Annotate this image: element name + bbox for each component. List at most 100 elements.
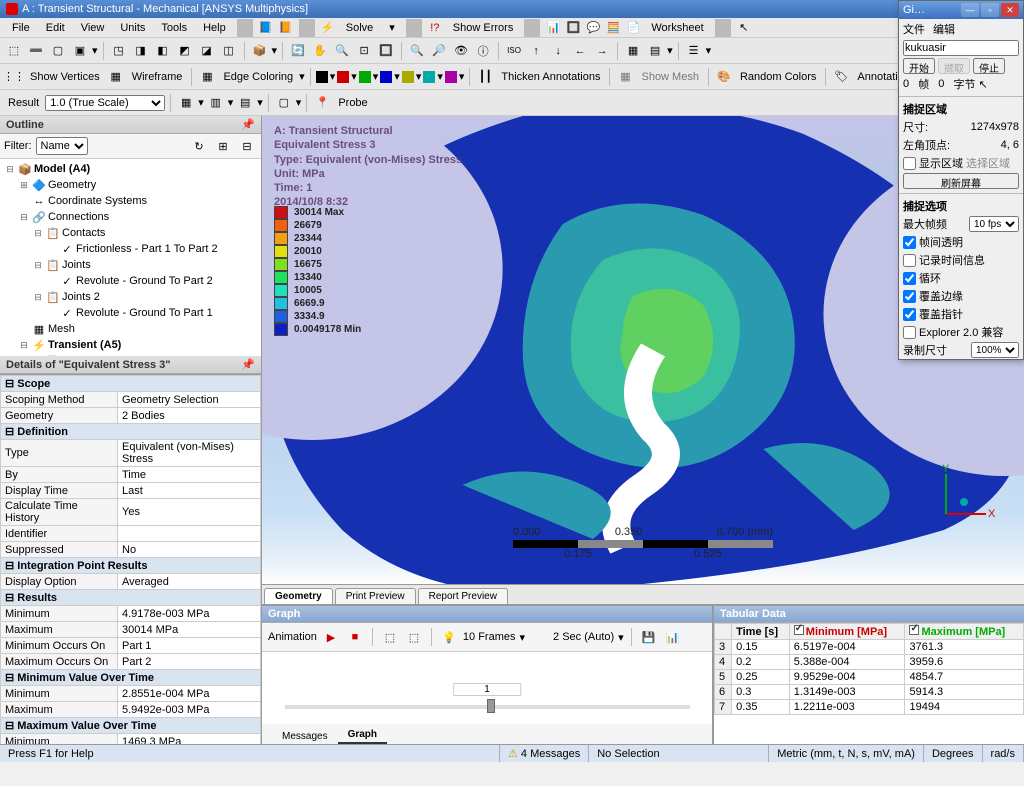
- tab-print-preview[interactable]: Print Preview: [335, 588, 416, 604]
- dlg-menu-file[interactable]: 文件: [903, 21, 925, 37]
- contour-icon[interactable]: ▥: [206, 93, 226, 113]
- toolbar-icon[interactable]: 📘: [256, 18, 276, 38]
- anim-icon[interactable]: ⬚: [404, 627, 424, 647]
- details-row[interactable]: Minimum2.8551e-004 MPa: [1, 686, 261, 702]
- edge-coloring-icon[interactable]: ▦: [197, 67, 217, 87]
- details-row[interactable]: SuppressedNo: [1, 542, 261, 558]
- tree-item[interactable]: ✓Revolute - Ground To Part 1: [2, 305, 259, 321]
- show-mesh-button[interactable]: Show Mesh: [637, 71, 702, 83]
- menu-view[interactable]: View: [73, 20, 113, 36]
- tree-item[interactable]: ⊟📋Joints 2: [2, 289, 259, 305]
- export-icon[interactable]: 💾: [639, 627, 659, 647]
- export-icon[interactable]: 📊: [663, 627, 683, 647]
- select-mode-icon[interactable]: ◩: [175, 41, 195, 61]
- opt-cursor-checkbox[interactable]: [903, 308, 916, 321]
- outline-tree[interactable]: ⊟📦Model (A4)⊞🔷Geometry↔Coordinate System…: [0, 159, 261, 356]
- tab-report-preview[interactable]: Report Preview: [418, 588, 508, 604]
- show-area-checkbox[interactable]: [903, 157, 916, 170]
- details-row[interactable]: Maximum Occurs OnPart 2: [1, 654, 261, 670]
- display-icon[interactable]: ▦: [623, 41, 643, 61]
- view-dir-icon[interactable]: ↑: [526, 41, 546, 61]
- worksheet-button[interactable]: Worksheet: [643, 20, 711, 36]
- details-row[interactable]: Scoping MethodGeometry Selection: [1, 392, 261, 408]
- details-row[interactable]: Maximum30014 MPa: [1, 622, 261, 638]
- grab-button[interactable]: 撷取: [938, 58, 970, 74]
- tab-graph[interactable]: Graph: [338, 727, 387, 744]
- zoom-fit-icon[interactable]: ⊡: [354, 41, 374, 61]
- menu-edit[interactable]: Edit: [38, 20, 73, 36]
- select-mode-icon[interactable]: ◨: [131, 41, 151, 61]
- opt-time-checkbox[interactable]: [903, 254, 916, 267]
- edge-coloring-button[interactable]: Edge Coloring: [219, 71, 297, 83]
- tree-item[interactable]: ⊞🔷Geometry: [2, 177, 259, 193]
- table-row[interactable]: 30.156.5197e-0043761.3: [715, 640, 1024, 655]
- pin-icon[interactable]: 📌: [241, 118, 255, 131]
- select-mode-icon[interactable]: ◧: [153, 41, 173, 61]
- toolbar-icon[interactable]: 📊: [543, 18, 563, 38]
- toolbar-icon[interactable]: 💬: [583, 18, 603, 38]
- details-row[interactable]: TypeEquivalent (von-Mises) Stress: [1, 440, 261, 467]
- view-dir-icon[interactable]: ↓: [548, 41, 568, 61]
- view-icon[interactable]: ⓘ: [473, 41, 493, 61]
- opt-explorer-checkbox[interactable]: [903, 326, 916, 339]
- show-vertices-button[interactable]: Show Vertices: [26, 71, 104, 83]
- view-icon[interactable]: 🔍: [407, 41, 427, 61]
- collapse-icon[interactable]: ⊟: [237, 136, 257, 156]
- expand-icon[interactable]: ⊞: [213, 136, 233, 156]
- display-icon[interactable]: ▤: [645, 41, 665, 61]
- thicken-icon[interactable]: ┃┃: [475, 67, 495, 87]
- table-row[interactable]: 40.25.388e-0043959.6: [715, 655, 1024, 670]
- details-row[interactable]: Minimum4.9178e-003 MPa: [1, 606, 261, 622]
- details-row[interactable]: Display OptionAveraged: [1, 574, 261, 590]
- error-icon[interactable]: !?: [425, 18, 445, 38]
- filter-select[interactable]: Name: [36, 137, 88, 155]
- edge-select-icon[interactable]: ➖: [26, 41, 46, 61]
- opt-loop-checkbox[interactable]: [903, 272, 916, 285]
- thicken-button[interactable]: Thicken Annotations: [497, 71, 604, 83]
- color-swatch[interactable]: [359, 71, 371, 83]
- details-row[interactable]: Maximum5.9492e-003 MPa: [1, 702, 261, 718]
- details-row[interactable]: Minimum Occurs OnPart 1: [1, 638, 261, 654]
- play-icon[interactable]: ▶: [321, 627, 341, 647]
- dlg-menu-edit[interactable]: 编辑: [933, 21, 955, 37]
- refresh-icon[interactable]: ↻: [189, 136, 209, 156]
- view-dir-icon[interactable]: →: [592, 41, 612, 61]
- contour-icon[interactable]: ▤: [235, 93, 255, 113]
- menu-tools[interactable]: Tools: [153, 20, 195, 36]
- details-row[interactable]: Geometry2 Bodies: [1, 408, 261, 424]
- graph-area[interactable]: 1: [262, 652, 712, 724]
- solve-button[interactable]: Solve: [338, 20, 382, 36]
- stop-icon[interactable]: ■: [345, 627, 365, 647]
- zoom-icon[interactable]: 🔍: [332, 41, 352, 61]
- start-button[interactable]: 开始: [903, 58, 935, 74]
- body-select-icon[interactable]: ▣: [70, 41, 90, 61]
- status-messages[interactable]: ⚠4 Messages: [500, 745, 589, 762]
- select-mode-icon[interactable]: ◳: [109, 41, 129, 61]
- select-mode-icon[interactable]: ◫: [219, 41, 239, 61]
- user-input[interactable]: [903, 40, 1019, 56]
- color-swatch[interactable]: [402, 71, 414, 83]
- refresh-button[interactable]: 刷新屏幕: [903, 173, 1019, 189]
- color-swatch[interactable]: [380, 71, 392, 83]
- menu-help[interactable]: Help: [195, 20, 234, 36]
- gif-capture-dialog[interactable]: Gi… — ▫ ✕ 文件 编辑 开始 撷取 停止 0 帧 0 字节 ↖ 捕捉区域…: [898, 0, 1024, 360]
- face-select-icon[interactable]: ▢: [48, 41, 68, 61]
- display-icon[interactable]: ☰: [684, 41, 704, 61]
- stop-button[interactable]: 停止: [973, 58, 1005, 74]
- pin-icon[interactable]: 📌: [241, 358, 255, 371]
- minimize-icon[interactable]: —: [961, 3, 979, 17]
- details-row[interactable]: Calculate Time HistoryYes: [1, 499, 261, 526]
- color-swatch[interactable]: [337, 71, 349, 83]
- annotation-pref-icon[interactable]: 🏷: [831, 67, 851, 87]
- tree-item[interactable]: ⊟📋Contacts: [2, 225, 259, 241]
- menu-units[interactable]: Units: [112, 20, 153, 36]
- details-row[interactable]: Identifier: [1, 526, 261, 542]
- zoom-box-icon[interactable]: 🔲: [376, 41, 396, 61]
- rotate-icon[interactable]: 🔄: [288, 41, 308, 61]
- bulb-icon[interactable]: 💡: [439, 627, 459, 647]
- contour-icon[interactable]: ▦: [176, 93, 196, 113]
- tab-messages[interactable]: Messages: [272, 729, 338, 744]
- iso-icon[interactable]: ISO: [504, 41, 524, 61]
- triad[interactable]: X Y: [936, 464, 996, 524]
- toolbar-icon[interactable]: 📙: [276, 18, 296, 38]
